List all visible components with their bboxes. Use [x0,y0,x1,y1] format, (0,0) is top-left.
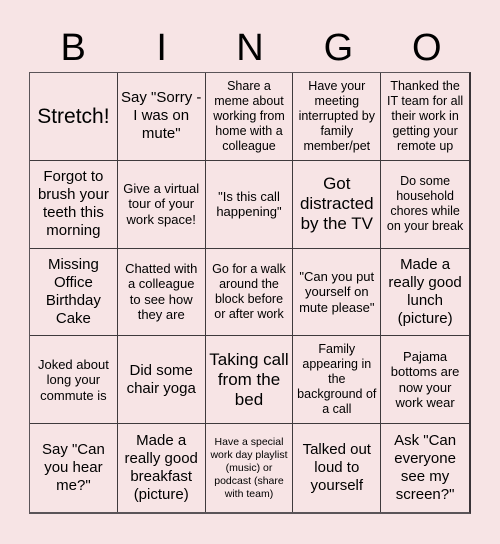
bingo-cell[interactable]: Thanked the IT team for all their work i… [381,73,469,161]
bingo-cell[interactable]: Stretch! [30,73,118,161]
bingo-card-grid: Stretch! Say "Sorry - I was on mute" Sha… [29,72,471,514]
bingo-cell[interactable]: Have your meeting interrupted by family … [293,73,382,161]
cell-text: Share a meme about working from home wit… [213,78,285,153]
cell-text: Joked about long your commute is [37,356,109,403]
bingo-cell[interactable]: "Can you put yourself on mute please" [293,248,382,337]
header-letter-o: O [412,27,442,69]
bingo-cell[interactable]: "Is this call happening" [205,160,294,249]
cell-text: "Is this call happening" [216,188,282,220]
cell-text: Talked out loud to yourself [302,441,371,495]
bingo-cell[interactable]: Pajama bottoms are now your work wear [381,336,469,425]
bingo-cell[interactable]: Got distracted by the TV [293,160,382,249]
bingo-cell[interactable]: Go for a walk around the block before or… [205,248,294,337]
cell-text: Say "Sorry - I was on mute" [121,89,202,143]
bingo-cell[interactable]: Ask "Can everyone see my screen?" [381,424,469,512]
bingo-cell[interactable]: Do some household chores while on your b… [381,161,469,249]
bingo-cell[interactable]: Made a really good lunch (picture) [381,249,469,337]
header-letter-b: B [60,27,86,69]
cell-text: Say "Can you hear me?" [41,441,105,495]
bingo-cell[interactable]: Talked out loud to yourself [293,424,382,512]
cell-text: Pajama bottoms are now your work wear [390,348,460,411]
cell-text: Did some chair yoga [126,361,196,397]
cell-text: Have your meeting interrupted by family … [298,78,375,153]
cell-text: Forgot to brush your teeth this morning [37,168,109,240]
cell-text: Ask "Can everyone see my screen?" [394,432,457,504]
bingo-cell[interactable]: Chatted with a colleague to see how they… [117,248,206,337]
cell-text: Give a virtual tour of your work space! [123,180,200,227]
cell-text: Chatted with a colleague to see how they… [125,260,198,323]
cell-text: Have a special work day playlist (music)… [210,435,288,500]
bingo-cell[interactable]: Say "Can you hear me?" [30,424,118,512]
cell-text: "Can you put yourself on mute please" [299,268,375,315]
bingo-cell[interactable]: Give a virtual tour of your work space! [117,160,206,249]
bingo-cell[interactable]: Family appearing in the background of a … [293,336,382,425]
bingo-cell[interactable]: Joked about long your commute is [30,336,118,425]
bingo-cell[interactable]: Taking call from the bed [205,336,294,425]
bingo-cell[interactable]: Share a meme about working from home wit… [205,73,294,161]
cell-text: Taking call from the bed [209,349,289,409]
cell-text: Stretch! [37,104,110,128]
cell-text: Made a really good breakfast (picture) [124,432,198,504]
cell-text: Got distracted by the TV [299,174,374,234]
bingo-cell[interactable]: Say "Sorry - I was on mute" [117,73,206,161]
bingo-cell[interactable]: Have a special work day playlist (music)… [206,424,294,512]
header-letter-g: G [323,27,354,69]
cell-text: Go for a walk around the block before or… [212,261,286,321]
header-letter-i: I [156,27,167,69]
bingo-cell[interactable]: Made a really good breakfast (picture) [118,424,206,512]
cell-text: Thanked the IT team for all their work i… [387,78,464,153]
cell-text: Do some household chores while on your b… [386,174,464,234]
bingo-cell[interactable]: Did some chair yoga [117,336,206,425]
cell-text: Made a really good lunch (picture) [388,255,462,327]
header-letter-n: N [236,27,264,69]
cell-text: Family appearing in the background of a … [297,342,377,417]
bingo-cell[interactable]: Forgot to brush your teeth this morning [30,160,118,249]
bingo-cell[interactable]: Missing Office Birthday Cake [30,248,118,337]
cell-text: Missing Office Birthday Cake [45,255,101,327]
bingo-header: B I N G O [29,28,471,68]
